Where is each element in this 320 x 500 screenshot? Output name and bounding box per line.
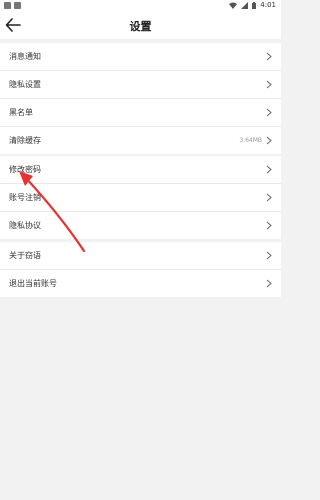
settings-group-about: 关于窃语 退出当前账号 <box>0 242 281 297</box>
settings-item-label: 隐私协议 <box>9 221 41 230</box>
settings-item-change-password[interactable]: 修改密码 <box>0 156 281 184</box>
chevron-right-icon <box>266 136 272 145</box>
settings-group-general: 消息通知 隐私设置 黑名单 清除缓存 3.64MB <box>0 43 281 154</box>
settings-item-label: 清除缓存 <box>9 136 41 145</box>
chevron-right-icon <box>266 279 272 288</box>
settings-item-label: 消息通知 <box>9 52 41 61</box>
page-title: 设置 <box>129 20 152 33</box>
wifi-icon <box>229 2 238 9</box>
alert-notification-icon <box>14 2 21 9</box>
app-notification-icon <box>4 2 11 9</box>
settings-item-label: 黑名单 <box>9 108 33 117</box>
notification-icons <box>4 2 21 9</box>
settings-item-privacy-agreement[interactable]: 隐私协议 <box>0 212 281 239</box>
settings-item-label: 修改密码 <box>9 165 41 174</box>
settings-item-privacy-settings[interactable]: 隐私设置 <box>0 71 281 99</box>
settings-item-blacklist[interactable]: 黑名单 <box>0 99 281 127</box>
chevron-right-icon <box>266 165 272 174</box>
settings-item-label: 账号注销 <box>9 193 41 202</box>
settings-group-account: 修改密码 账号注销 隐私协议 <box>0 156 281 239</box>
settings-item-message-notifications[interactable]: 消息通知 <box>0 43 281 71</box>
chevron-right-icon <box>266 52 272 61</box>
battery-icon <box>252 1 257 9</box>
status-bar: 4:01 <box>0 0 281 12</box>
settings-item-label: 退出当前账号 <box>9 279 57 288</box>
chevron-right-icon <box>266 251 272 260</box>
clock-time: 4:01 <box>260 1 276 9</box>
chevron-right-icon <box>266 221 272 230</box>
chevron-right-icon <box>266 193 272 202</box>
settings-item-label: 隐私设置 <box>9 80 41 89</box>
chevron-right-icon <box>266 108 272 117</box>
settings-item-clear-cache[interactable]: 清除缓存 3.64MB <box>0 127 281 154</box>
settings-item-logout[interactable]: 退出当前账号 <box>0 270 281 297</box>
settings-item-label: 关于窃语 <box>9 251 41 260</box>
chevron-right-icon <box>266 80 272 89</box>
cache-size-value: 3.64MB <box>239 137 262 144</box>
settings-item-delete-account[interactable]: 账号注销 <box>0 184 281 212</box>
settings-item-about[interactable]: 关于窃语 <box>0 242 281 270</box>
status-icons: 4:01 <box>229 1 276 9</box>
app-header: 设置 <box>0 12 281 39</box>
signal-icon <box>241 1 249 9</box>
